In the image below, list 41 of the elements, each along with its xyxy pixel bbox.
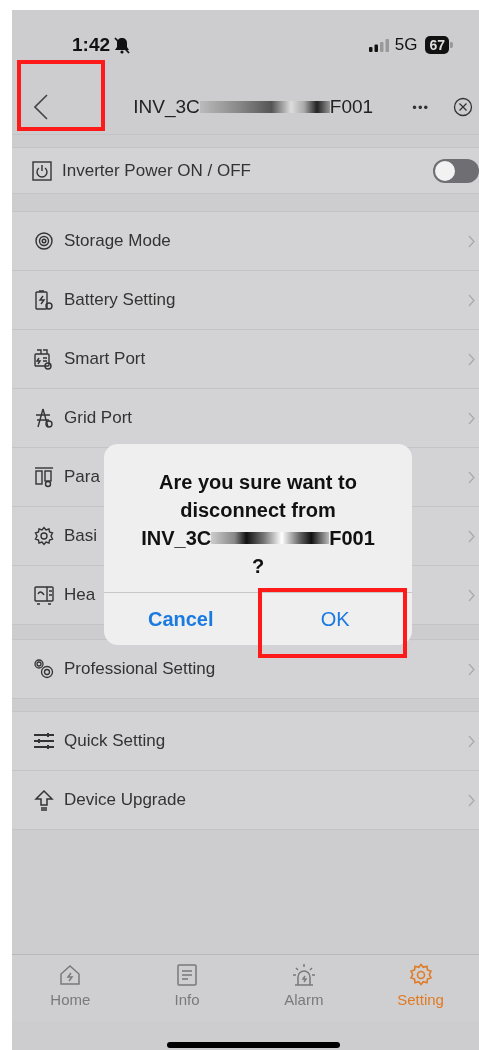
chevron-right-icon bbox=[468, 588, 475, 602]
more-button[interactable]: ••• bbox=[412, 99, 429, 115]
menu-item-icon bbox=[32, 526, 56, 546]
battery-tip bbox=[450, 42, 453, 48]
alarm-light-icon bbox=[291, 963, 316, 987]
signal-icon bbox=[368, 38, 389, 52]
back-icon bbox=[34, 94, 48, 120]
close-icon[interactable] bbox=[453, 97, 473, 117]
house-icon bbox=[58, 963, 83, 987]
menu-item-icon bbox=[32, 289, 56, 311]
power-toggle[interactable] bbox=[433, 158, 479, 183]
dialog-message: Are you sure want to disconnect from bbox=[158, 470, 358, 523]
power-label: Inverter Power ON / OFF bbox=[62, 160, 252, 181]
menu-item-icon bbox=[32, 466, 56, 488]
chevron-right-icon bbox=[468, 529, 475, 543]
menu-item-icon bbox=[32, 789, 56, 811]
device-title-prefix: INV_3C bbox=[133, 96, 200, 118]
muted-bell-icon bbox=[114, 36, 131, 54]
menu-item-icon bbox=[32, 231, 56, 251]
power-icon bbox=[32, 160, 52, 181]
network-type: 5G bbox=[394, 35, 418, 55]
device-name-prefix: INV_3C bbox=[141, 526, 212, 551]
menu-item-icon bbox=[32, 732, 56, 750]
chevron-right-icon bbox=[468, 734, 475, 748]
chevron-right-icon bbox=[468, 470, 475, 484]
device-name-suffix: F001 bbox=[329, 526, 375, 551]
chevron-right-icon bbox=[468, 234, 475, 248]
chevron-right-icon bbox=[468, 293, 475, 307]
cancel-button[interactable]: Cancel bbox=[104, 593, 259, 645]
status-time: 1:42 bbox=[72, 34, 111, 56]
chevron-right-icon bbox=[468, 662, 475, 676]
document-icon bbox=[175, 963, 200, 987]
menu-item-icon bbox=[32, 658, 56, 680]
device-title-suffix: F001 bbox=[329, 96, 374, 118]
chevron-right-icon bbox=[468, 411, 475, 425]
chevron-right-icon bbox=[468, 352, 475, 366]
battery-level: 67 bbox=[425, 36, 449, 54]
settings-icon bbox=[408, 963, 433, 987]
chevron-right-icon bbox=[468, 793, 475, 807]
menu-item-icon bbox=[32, 585, 56, 605]
question-mark: ? bbox=[250, 554, 266, 579]
